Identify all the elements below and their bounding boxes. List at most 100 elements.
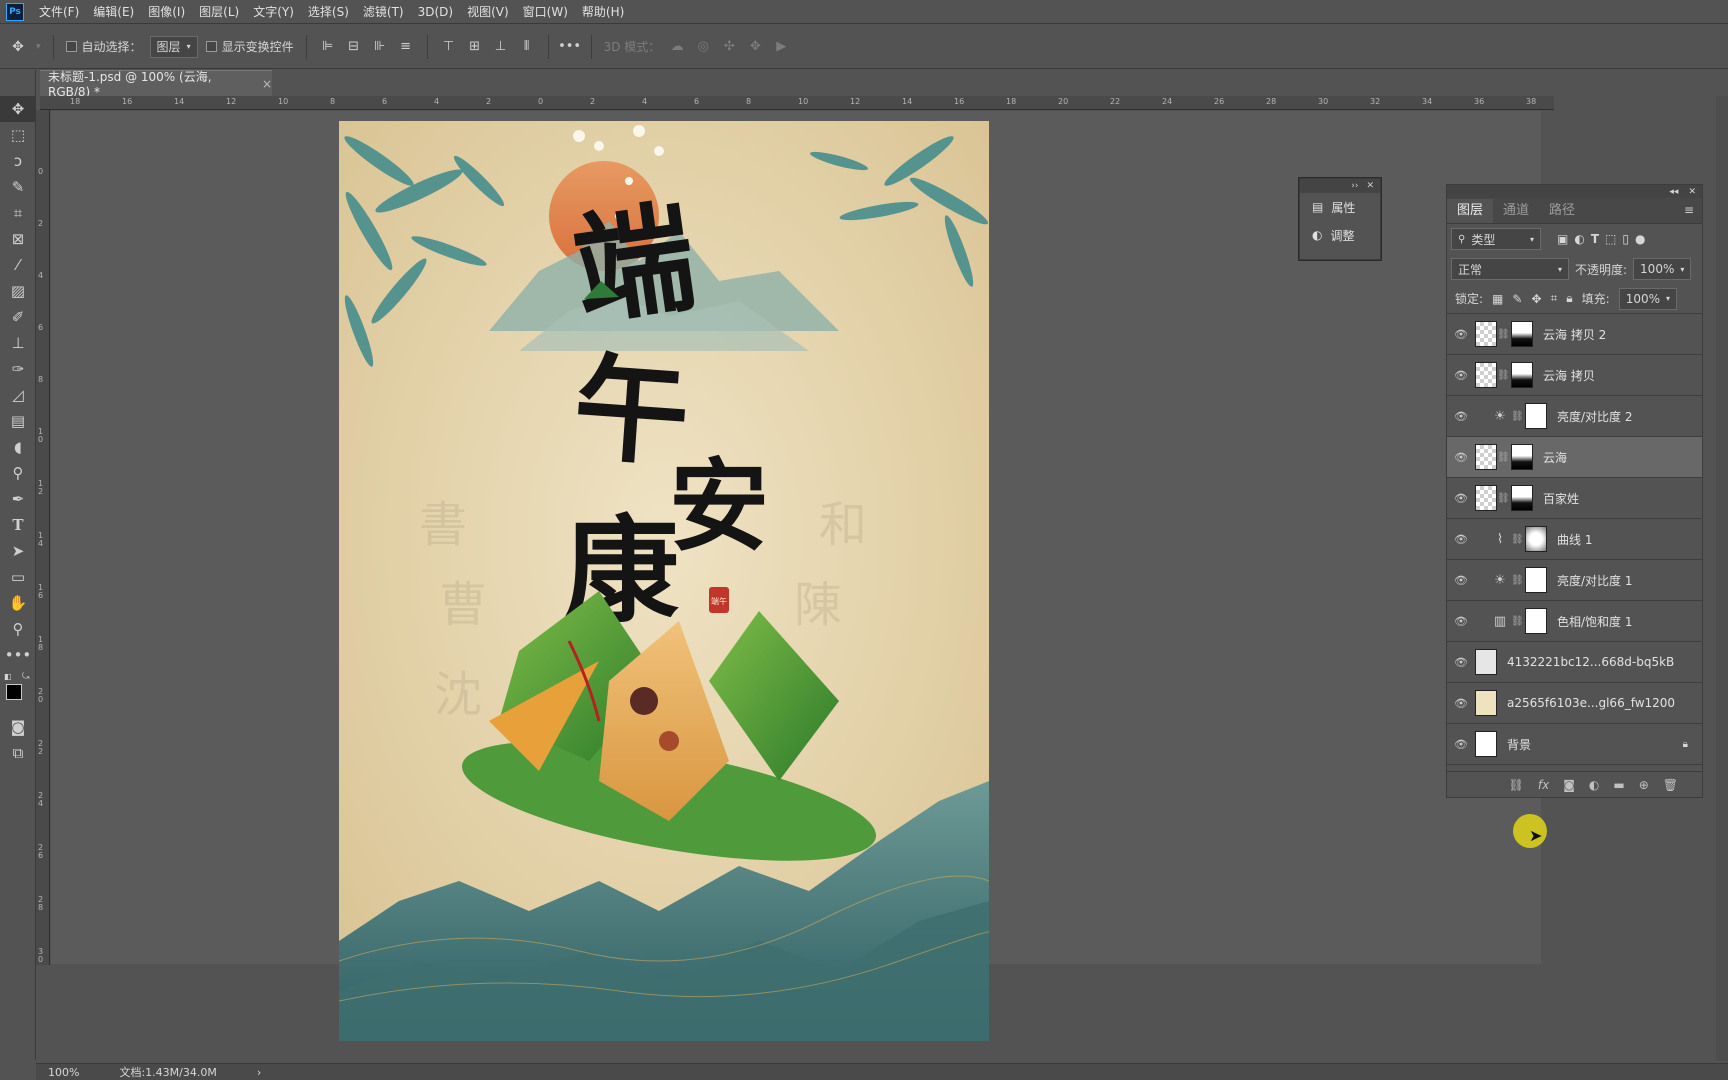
chevron-right-icon[interactable]: › [257,1066,261,1079]
align-left-icon[interactable]: ⊫ [319,37,337,57]
layer-row[interactable]: 👁︎ ⛓ 云海 [1447,437,1702,478]
mask-link-icon[interactable]: ⛓ [1511,411,1524,422]
3d-pan-icon[interactable]: ✣ [720,37,738,57]
layer-row[interactable]: 👁︎ 背景 🔒︎ [1447,724,1702,765]
filter-shape-icon[interactable]: ⬚ [1605,232,1616,246]
eraser-tool[interactable]: ◿ [0,382,36,408]
layer-name[interactable]: 亮度/对比度 1 [1557,572,1633,589]
layer-mask-thumbnail[interactable] [1511,362,1533,388]
fx-icon[interactable]: fx [1538,778,1549,792]
zoom-level[interactable]: 100% [48,1066,79,1079]
close-icon[interactable]: × [262,77,272,91]
zoom-tool[interactable]: ⚲ [0,616,36,642]
mask-link-icon[interactable]: ⛓ [1497,452,1510,463]
visibility-eye-icon[interactable]: 👁︎ [1447,328,1475,341]
tool-preset-dropdown-icon[interactable]: ▾ [36,42,41,52]
layer-thumbnail[interactable] [1475,649,1497,675]
distribute-vertical-icon[interactable]: ⦀ [518,37,536,57]
auto-select-checkbox[interactable]: 自动选择： [65,38,142,55]
filter-smart-object-icon[interactable]: ▯ [1622,232,1629,246]
menu-3d[interactable]: 3D(D) [411,0,460,24]
menu-select[interactable]: 选择(S) [301,0,356,24]
layer-mask-thumbnail[interactable] [1525,608,1547,634]
frame-tool[interactable]: ⊠ [0,226,36,252]
close-icon[interactable]: ✕ [1366,181,1374,191]
layer-mask-thumbnail[interactable] [1525,403,1547,429]
menu-window[interactable]: 窗口(W) [516,0,575,24]
layer-name[interactable]: 云海 拷贝 [1543,367,1595,384]
menu-help[interactable]: 帮助(H) [575,0,631,24]
tab-paths[interactable]: 路径 [1539,199,1585,223]
link-layers-icon[interactable]: ⛓ [1509,778,1524,792]
blur-tool[interactable]: ◖ [0,434,36,460]
eyedropper-tool[interactable]: ⁄ [0,252,36,278]
show-transform-controls-checkbox[interactable]: 显示变换控件 [205,38,294,55]
menu-image[interactable]: 图像(I) [141,0,192,24]
checkbox-box[interactable] [205,41,217,52]
layer-mask-thumbnail[interactable] [1511,485,1533,511]
panel-menu-icon[interactable]: ≡ [1684,203,1702,223]
menu-view[interactable]: 视图(V) [460,0,516,24]
brush-tool[interactable]: ✐ [0,304,36,330]
foreground-color[interactable] [6,684,22,700]
dodge-tool[interactable]: ⚲ [0,460,36,486]
visibility-eye-icon[interactable]: 👁︎ [1447,615,1475,628]
visibility-eye-icon[interactable]: 👁︎ [1447,369,1475,382]
collapse-icon[interactable]: ›› [1351,181,1358,191]
vertical-ruler[interactable]: 0 2 4 6 8 1 0 1 2 1 4 1 6 1 8 2 0 2 2 2 4 2 6 2 8 3 0 [36,110,50,965]
distribute-icon[interactable]: ≡ [397,37,415,57]
layer-mask-thumbnail[interactable] [1525,567,1547,593]
align-bottom-icon[interactable]: ⊥ [492,37,510,57]
healing-brush-tool[interactable]: ▨ [0,278,36,304]
menu-type[interactable]: 文字(Y) [246,0,301,24]
align-top-icon[interactable]: ⊤ [440,37,458,57]
visibility-eye-icon[interactable]: 👁︎ [1447,697,1475,710]
menu-filter[interactable]: 滤镜(T) [356,0,411,24]
layer-row[interactable]: 👁︎ 4132221bc12...668d-bq5kB [1447,642,1702,683]
pen-tool[interactable]: ✒ [0,486,36,512]
3d-orbit-icon[interactable]: ☁ [668,37,686,57]
layer-row[interactable]: 👁︎ a2565f6103e...gl66_fw1200 [1447,683,1702,724]
mask-link-icon[interactable]: ⛓ [1497,493,1510,504]
rectangle-tool[interactable]: ▭ [0,564,36,590]
3d-roll-icon[interactable]: ◎ [694,37,712,57]
screen-mode-button[interactable]: ⧉ [0,740,36,766]
clone-stamp-tool[interactable]: ⊥ [0,330,36,356]
align-right-icon[interactable]: ⊪ [371,37,389,57]
layer-row[interactable]: 👁︎ ⛓ 云海 拷贝 [1447,355,1702,396]
mask-link-icon[interactable]: ⛓ [1511,575,1524,586]
filter-toggle-icon[interactable]: ● [1635,232,1645,246]
layer-name[interactable]: 云海 拷贝 2 [1543,326,1606,343]
layer-thumbnail[interactable] [1475,362,1497,388]
layer-name[interactable]: 色相/饱和度 1 [1557,613,1633,630]
mask-link-icon[interactable]: ⛓ [1497,329,1510,340]
right-scroll-strip[interactable] [1716,96,1728,1061]
opacity-input[interactable]: 100% ▾ [1633,258,1692,280]
document-size[interactable]: 文档:1.43M/34.0M [119,1064,216,1080]
visibility-eye-icon[interactable]: 👁︎ [1447,410,1475,423]
layer-row[interactable]: 👁︎ ☀ ⛓ 亮度/对比度 2 [1447,396,1702,437]
document-canvas[interactable]: 陳 曹 沈 韓 書 和 [339,121,989,1041]
layer-name[interactable]: 4132221bc12...668d-bq5kB [1507,655,1674,669]
layer-name[interactable]: 云海 [1543,449,1567,466]
quick-mask-button[interactable]: ◙ [0,714,36,740]
filter-adjustment-icon[interactable]: ◐ [1574,232,1584,246]
menu-edit[interactable]: 编辑(E) [86,0,141,24]
close-icon[interactable]: ✕ [1688,187,1696,197]
swap-colors-icon[interactable]: ⤿ [22,672,30,682]
visibility-eye-icon[interactable]: 👁︎ [1447,574,1475,587]
lock-position-icon[interactable]: ✥ [1531,292,1541,306]
layer-thumbnail[interactable] [1475,485,1497,511]
edit-toolbar-button[interactable]: ••• [0,642,36,668]
layer-name[interactable]: a2565f6103e...gl66_fw1200 [1507,696,1675,710]
mask-link-icon[interactable]: ⛓ [1511,534,1524,545]
new-adjustment-icon[interactable]: ◐ [1589,778,1599,792]
layer-thumbnail[interactable] [1475,731,1497,757]
filter-pixel-icon[interactable]: ▣ [1557,232,1568,246]
color-swatches[interactable]: ◧ ⤿ [0,672,35,714]
new-group-icon[interactable]: ▬ [1613,778,1624,792]
layer-mask-thumbnail[interactable] [1511,444,1533,470]
visibility-eye-icon[interactable]: 👁︎ [1447,533,1475,546]
menu-layer[interactable]: 图层(L) [192,0,246,24]
visibility-eye-icon[interactable]: 👁︎ [1447,492,1475,505]
